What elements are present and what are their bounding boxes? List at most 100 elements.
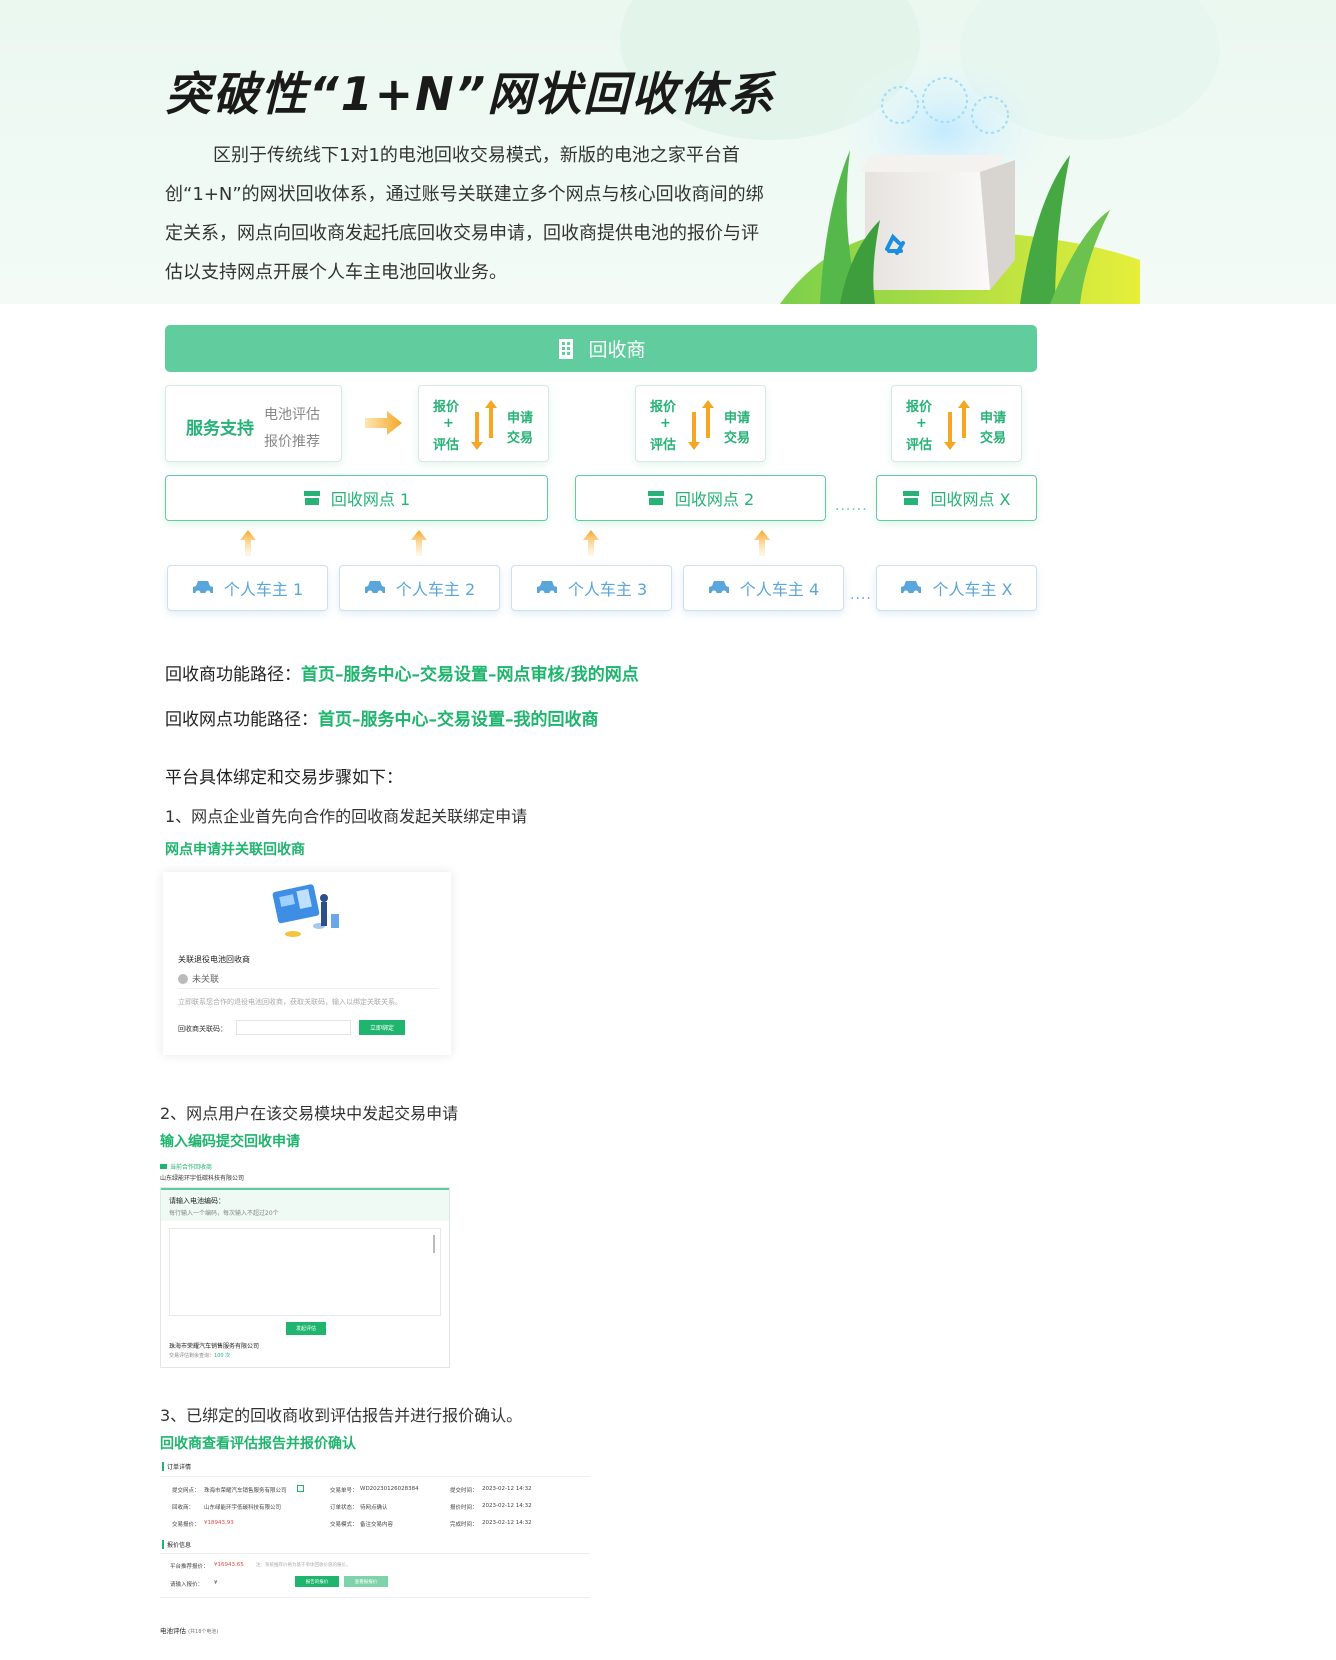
report-quote-button[interactable]: 报告的报价	[295, 1576, 339, 1587]
order-cell: 山东绿能环宇低碳科技有限公司	[204, 1505, 282, 1511]
recycle-site-label: 回收网点 2	[674, 490, 755, 509]
site-path-value[interactable]: 首页–服务中心–交易设置–我的回收商	[318, 710, 599, 730]
trade-label: 交易	[724, 431, 751, 446]
bidirectional-arrows-icon	[688, 400, 714, 450]
recycler-path-value[interactable]: 首页–服务中心–交易设置–网点审核/我的网点	[301, 665, 639, 685]
platform-quote-value: ¥16943.65	[214, 1562, 244, 1568]
site-path-label: 回收网点功能路径：	[165, 710, 318, 730]
code-hint-title: 请输入电池编码：	[169, 1197, 225, 1205]
eval-label: 评估	[906, 438, 933, 453]
price-recommend-label: 报价推荐	[264, 434, 320, 450]
order-cell: 交易单号：	[330, 1488, 358, 1494]
building-icon	[559, 338, 574, 359]
car-owner-label: 个人车主 4	[739, 580, 820, 599]
battery-eval-title: 电池评估	[160, 1627, 186, 1635]
site-path: 回收网点功能路径：首页–服务中心–交易设置–我的回收商	[165, 705, 599, 730]
quote-confirm-screenshot: 订单详情 提交网点： 珠海市荣耀汽车销售服务有限公司 交易单号： WD20230…	[160, 1462, 590, 1642]
platform-quote-label: 平台推荐报价：	[170, 1564, 209, 1570]
store-icon	[647, 491, 664, 505]
order-cell: 2023-02-12 14:32	[482, 1503, 532, 1509]
plus-label: +	[916, 416, 927, 431]
step3-title: 3、已绑定的回收商收到评估报告并进行报价确认。	[160, 1406, 523, 1425]
order-cell: 提交时间：	[450, 1488, 478, 1494]
status-dot-icon	[178, 973, 188, 984]
input-quote-label: 请输入报价：	[170, 1582, 204, 1588]
view-quote-button[interactable]: 查看报报价	[344, 1576, 388, 1587]
order-cell: 交易报价：	[172, 1522, 200, 1528]
recycler-path: 回收商功能路径：首页–服务中心–交易设置–网点审核/我的网点	[165, 660, 639, 685]
order-cell: 2023-02-12 14:32	[482, 1486, 532, 1492]
car-icon	[536, 581, 557, 596]
quote-eval-card-1: 报价 + 评估 申请 交易	[418, 385, 549, 462]
divider	[160, 1553, 590, 1554]
bind-now-button[interactable]: 立即绑定	[359, 1020, 405, 1035]
car-icon	[364, 581, 385, 596]
arrow-up-icon	[754, 530, 770, 556]
service-support-card: 服务支持 电池评估 报价推荐	[165, 385, 342, 462]
quote-label: 报价	[433, 400, 460, 415]
plus-label: +	[443, 416, 454, 431]
eval-label: 评估	[433, 438, 460, 453]
input-quote-prefix: ¥	[214, 1580, 218, 1586]
store-icon	[903, 491, 920, 505]
recycler-path-label: 回收商功能路径：	[165, 665, 301, 685]
bind-code-input[interactable]	[236, 1020, 351, 1035]
battery-count: (共18个电池)	[188, 1629, 219, 1635]
order-cell: WD20230126028384	[360, 1486, 419, 1492]
car-icon	[901, 581, 922, 596]
current-recycler-label: 当前合作回收商	[170, 1164, 213, 1171]
recycle-site-label: 回收网点 X	[930, 490, 1011, 509]
bidirectional-arrows-icon	[944, 400, 970, 450]
apply-label: 申请	[724, 411, 751, 426]
arrow-up-icon	[411, 530, 427, 556]
order-price: ¥18943.93	[204, 1520, 234, 1526]
car-owner-label: 个人车主 3	[567, 580, 648, 599]
order-cell: 报价时间：	[450, 1505, 478, 1511]
divider	[160, 1597, 590, 1598]
submit-code-screenshot: 当前合作回收商 山东绿能环宇低碳科技有限公司 请输入电池编码： 每行输入一个编码…	[160, 1162, 450, 1368]
car-owner-3: 个人车主 3	[511, 565, 672, 611]
order-cell: 珠海市荣耀汽车销售服务有限公司	[204, 1488, 287, 1494]
site-company: 珠海市荣耀汽车销售服务有限公司	[169, 1343, 260, 1350]
folder-icon	[160, 1164, 167, 1169]
remaining-value: 100 次	[214, 1353, 231, 1359]
car-owner-2: 个人车主 2	[339, 565, 500, 611]
step1-title: 1、网点企业首先向合作的回收商发起关联绑定申请	[165, 807, 528, 826]
order-cell: 备注交易内容	[360, 1522, 394, 1528]
hero-title: 突破性“1+N”网状回收体系	[165, 67, 776, 121]
divider	[178, 988, 438, 989]
site-ellipsis: ......	[835, 498, 868, 514]
store-icon	[303, 491, 320, 505]
step1-subtitle: 网点申请并关联回收商	[165, 842, 305, 858]
current-recycler-name: 山东绿能环宇低碳科技有限公司	[160, 1175, 245, 1182]
start-eval-button[interactable]: 发起评估	[286, 1322, 326, 1335]
recycler-label: 回收商	[588, 339, 646, 361]
car-owner-x: 个人车主 X	[876, 565, 1037, 611]
code-hint-desc: 每行输入一个编码，每次输入不超过20个	[169, 1210, 279, 1217]
divider	[160, 1476, 590, 1477]
recycle-site-x: 回收网点 X	[876, 475, 1037, 521]
hero-paragraph: 区别于传统线下1对1的电池回收交易模式，新版的电池之家平台首创“1+N”的网状回…	[165, 145, 764, 283]
code-hint-band: 请输入电池编码： 每行输入一个编码，每次输入不超过20个	[161, 1188, 449, 1221]
code-textarea[interactable]	[169, 1228, 441, 1316]
step2-subtitle: 输入编码提交回收申请	[160, 1134, 300, 1150]
quote-section-title: 报价信息	[162, 1540, 191, 1549]
recycle-site-2: 回收网点 2	[575, 475, 826, 521]
current-recycler-head: 当前合作回收商	[160, 1162, 212, 1171]
order-cell: 交易模式：	[330, 1522, 358, 1528]
car-icon	[192, 581, 213, 596]
apply-label: 申请	[507, 411, 534, 426]
quote-eval-card-3: 报价 + 评估 申请 交易	[891, 385, 1022, 462]
car-owner-4: 个人车主 4	[683, 565, 844, 611]
order-cell: 待网点确认	[360, 1505, 388, 1511]
car-owner-label: 个人车主 X	[932, 580, 1013, 599]
quote-input[interactable]	[220, 1576, 280, 1587]
trade-label: 交易	[507, 431, 534, 446]
trade-label: 交易	[980, 431, 1007, 446]
order-section-title: 订单详情	[162, 1462, 191, 1471]
bind-field-label: 回收商关联码：	[178, 1025, 227, 1033]
quote-eval-card-2: 报价 + 评估 申请 交易	[635, 385, 766, 462]
order-cell: 2023-02-12 14:32	[482, 1520, 532, 1526]
owner-ellipsis: ....	[850, 587, 872, 603]
bind-recycler-screenshot: 关联退役电池回收商 未关联 立即联系您合作的退役电池回收商，获取关联码，输入以绑…	[163, 872, 451, 1055]
